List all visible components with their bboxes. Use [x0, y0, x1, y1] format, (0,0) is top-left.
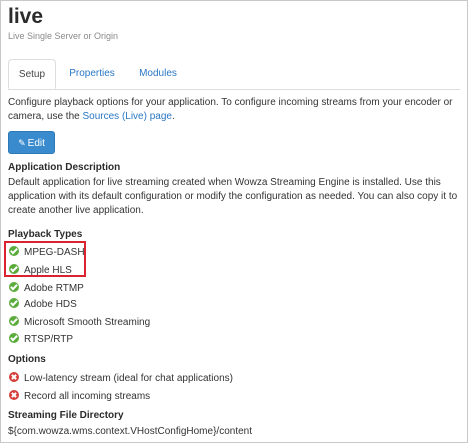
check-circle-icon: [9, 316, 19, 327]
options-heading: Options: [8, 354, 46, 365]
playback-item-label: Adobe HDS: [24, 299, 77, 310]
tab-properties[interactable]: Properties: [61, 59, 123, 89]
tab-setup[interactable]: Setup: [8, 59, 56, 89]
pencil-icon: ✎: [18, 138, 26, 148]
page-title: live: [8, 5, 44, 28]
option-item-label: Low-latency stream (ideal for chat appli…: [24, 373, 233, 384]
option-item-label: Record all incoming streams: [24, 391, 151, 402]
x-circle-icon: [9, 390, 19, 401]
description-heading: Application Description: [8, 162, 121, 173]
playback-item-rtsp-rtp: RTSP/RTP: [9, 333, 73, 347]
x-circle-icon: [9, 372, 19, 383]
check-circle-icon: [9, 282, 19, 293]
streaming-dir-value: ${com.wowza.wms.context.VHostConfigHome}…: [8, 426, 252, 437]
playback-item-adobe-rtmp: Adobe RTMP: [9, 282, 84, 296]
highlight-box: [4, 241, 86, 277]
edit-button[interactable]: ✎ Edit: [8, 131, 55, 154]
tab-modules[interactable]: Modules: [130, 59, 186, 89]
streaming-dir-heading: Streaming File Directory: [8, 410, 124, 421]
intro-text: Configure playback options for your appl…: [8, 96, 460, 124]
intro-suffix: .: [171, 111, 175, 122]
edit-button-label: Edit: [27, 138, 45, 149]
playback-item-smooth-streaming: Microsoft Smooth Streaming: [9, 316, 150, 330]
description-text: Default application for live streaming c…: [8, 177, 458, 216]
tab-bar: Setup Properties Modules: [8, 59, 460, 90]
playback-item-label: RTSP/RTP: [24, 334, 74, 345]
playback-item-label: Microsoft Smooth Streaming: [24, 317, 151, 328]
check-circle-icon: [9, 333, 19, 344]
sources-live-link[interactable]: Sources (Live) page: [82, 111, 172, 122]
playback-types-heading: Playback Types: [8, 229, 83, 240]
check-circle-icon: [9, 298, 19, 309]
page-subtitle: Live Single Server or Origin: [8, 31, 119, 41]
option-item-low-latency: Low-latency stream (ideal for chat appli…: [9, 372, 233, 386]
app-panel: live Live Single Server or Origin Setup …: [0, 0, 468, 443]
option-item-record: Record all incoming streams: [9, 390, 150, 404]
playback-item-label: Adobe RTMP: [24, 283, 84, 294]
intro-body: Configure playback options for your appl…: [8, 97, 453, 122]
playback-item-adobe-hds: Adobe HDS: [9, 298, 77, 312]
